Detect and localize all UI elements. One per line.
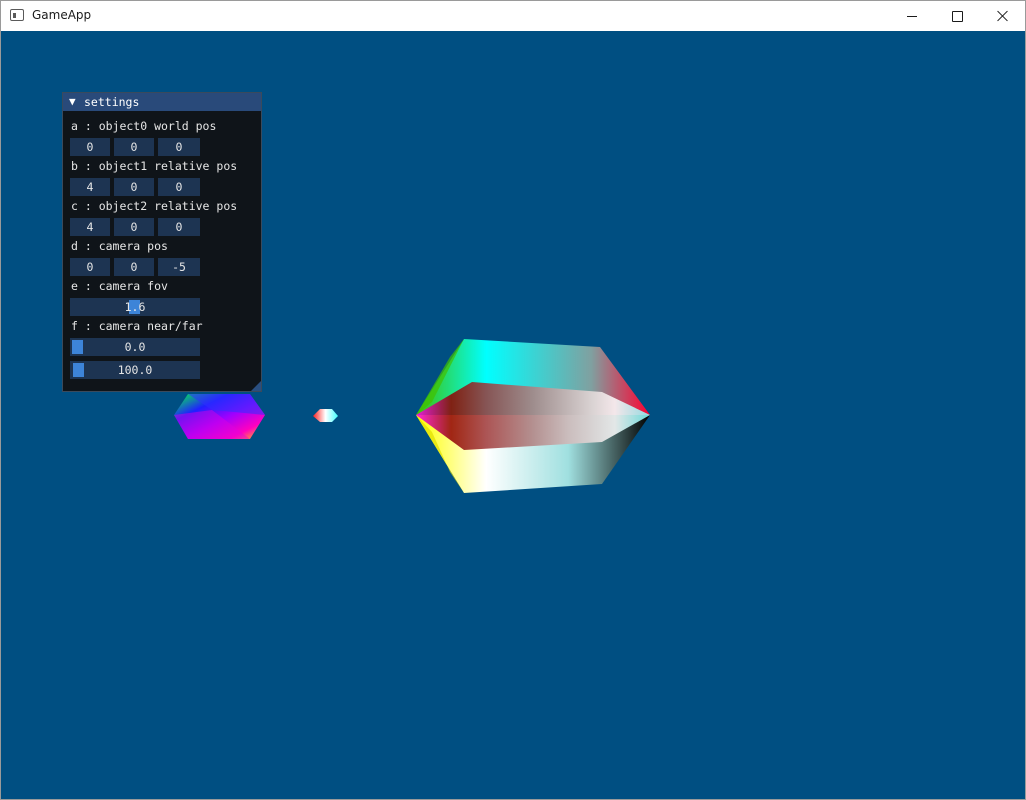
object1-pos-x-input[interactable]: 4 <box>70 178 110 196</box>
small-cube <box>174 394 265 439</box>
tiny-object <box>313 409 338 422</box>
camera-near-slider-grab[interactable] <box>72 340 83 354</box>
maximize-button[interactable] <box>934 1 980 31</box>
object2-pos-y-input[interactable]: 0 <box>114 218 154 236</box>
app-icon <box>10 9 24 21</box>
object0-pos-z-input[interactable]: 0 <box>158 138 200 156</box>
camera-fov-slider[interactable]: 1.6 <box>70 298 200 316</box>
large-cube <box>416 339 650 493</box>
camera-fov-label: e : camera fov <box>71 279 168 293</box>
close-button[interactable] <box>980 1 1026 31</box>
camera-near-slider[interactable]: 0.0 <box>70 338 200 356</box>
camera-pos-z-input[interactable]: -5 <box>158 258 200 276</box>
close-icon <box>997 10 1009 22</box>
minimize-icon <box>907 15 917 17</box>
object2-pos-z-input[interactable]: 0 <box>158 218 200 236</box>
object1-relative-pos-label: b : object1 relative pos <box>71 159 238 173</box>
object0-world-pos-label: a : object0 world pos <box>71 119 217 133</box>
camera-pos-x-input[interactable]: 0 <box>70 258 110 276</box>
object1-pos-y-input[interactable]: 0 <box>114 178 154 196</box>
title-bar[interactable]: GameApp <box>1 1 1025 31</box>
camera-far-value: 100.0 <box>117 363 153 377</box>
camera-far-slider[interactable]: 100.0 <box>70 361 200 379</box>
camera-pos-label: d : camera pos <box>71 239 168 253</box>
camera-far-slider-grab[interactable] <box>73 363 84 377</box>
minimize-button[interactable] <box>889 1 935 31</box>
settings-panel[interactable]: ▼ settings a : object0 world pos 0 0 0 b… <box>62 92 262 392</box>
collapse-triangle-icon[interactable]: ▼ <box>69 95 76 108</box>
window-title: GameApp <box>32 8 92 22</box>
object0-pos-y-input[interactable]: 0 <box>114 138 154 156</box>
camera-fov-value: 1.6 <box>124 300 146 314</box>
maximize-icon <box>951 10 963 22</box>
object2-relative-pos-label: c : object2 relative pos <box>71 199 238 213</box>
camera-near-value: 0.0 <box>124 340 146 354</box>
object1-pos-z-input[interactable]: 0 <box>158 178 200 196</box>
resize-grip[interactable] <box>251 381 261 391</box>
object0-pos-x-input[interactable]: 0 <box>70 138 110 156</box>
camera-pos-y-input[interactable]: 0 <box>114 258 154 276</box>
camera-near-far-label: f : camera near/far <box>71 319 203 333</box>
game-window: GameApp ▼ settings a: object0 world pos… <box>0 0 1026 800</box>
settings-panel-title: settings <box>84 95 140 109</box>
object2-pos-x-input[interactable]: 4 <box>70 218 110 236</box>
settings-panel-header[interactable]: ▼ settings <box>63 93 261 111</box>
